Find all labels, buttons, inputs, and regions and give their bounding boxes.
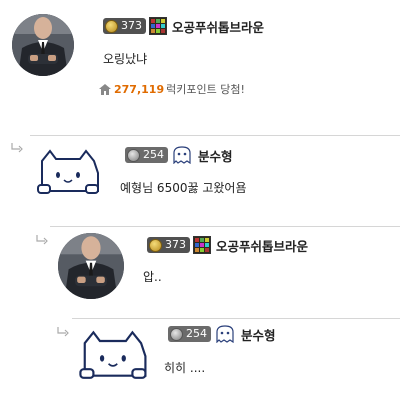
silver-medal-icon <box>127 148 140 162</box>
gold-medal-icon <box>105 19 118 33</box>
item-box-icon <box>193 236 211 254</box>
suit-man-avatar-image <box>58 233 124 299</box>
level-badge: 373 <box>147 237 190 253</box>
level-number: 373 <box>165 238 186 251</box>
gold-medal-icon <box>149 238 162 252</box>
comment-text: 압.. <box>143 270 162 284</box>
comment-text: 히히 .... <box>164 361 206 375</box>
level-badge: 254 <box>168 326 211 342</box>
level-number: 254 <box>143 148 164 161</box>
ghost-icon <box>216 325 234 343</box>
separator <box>50 226 400 227</box>
ghost-icon <box>173 146 191 164</box>
home-icon <box>99 83 111 95</box>
reply-arrow-icon <box>11 143 23 153</box>
avatar[interactable] <box>58 233 124 299</box>
white-cat-avatar-image[interactable] <box>36 147 102 195</box>
points-suffix: 럭키포인트 당첨! <box>166 83 245 96</box>
comment-text: 예형님 6500꿇 고왔어욤 <box>120 181 247 195</box>
item-box-icon <box>149 17 167 35</box>
reply-arrow-icon <box>36 235 48 245</box>
nickname-link[interactable]: 오공푸쉬톱브라운 <box>172 17 264 36</box>
nickname-link[interactable]: 분수형 <box>198 146 233 165</box>
nickname-link[interactable]: 분수형 <box>241 325 276 344</box>
separator <box>30 135 400 136</box>
reply-arrow-icon <box>57 327 69 337</box>
avatar[interactable] <box>12 14 74 76</box>
suit-man-avatar-image <box>12 14 74 76</box>
points-value: 277,119 <box>114 82 165 96</box>
level-badge: 254 <box>125 147 168 163</box>
lucky-points: 277,119 럭키포인트 당첨! <box>99 81 245 97</box>
nickname-link[interactable]: 오공푸쉬톱브라운 <box>216 236 308 255</box>
separator <box>72 318 400 319</box>
comment-text: 오링났냐 <box>103 52 148 66</box>
silver-medal-icon <box>170 327 183 341</box>
level-badge: 373 <box>103 18 146 34</box>
white-cat-avatar-image[interactable] <box>78 328 150 380</box>
level-number: 254 <box>186 327 207 340</box>
level-number: 373 <box>121 19 142 32</box>
